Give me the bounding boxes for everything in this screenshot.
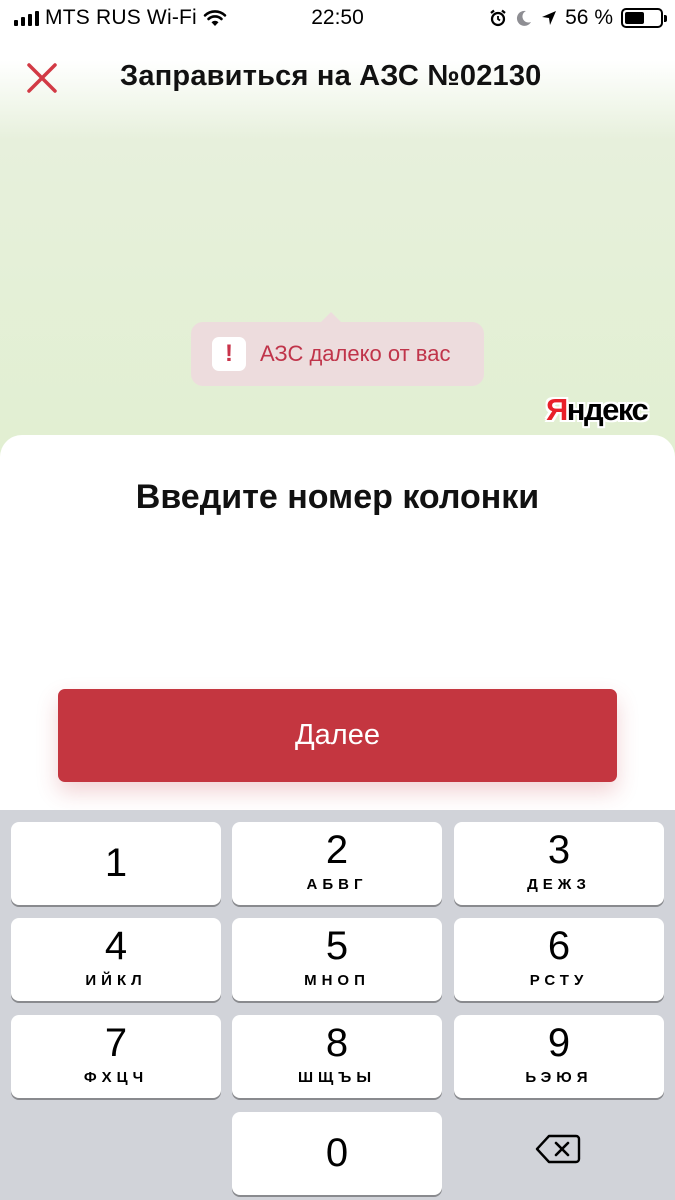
key-0[interactable]: 0 <box>232 1112 442 1195</box>
key-9[interactable]: 9 ЬЭЮЯ <box>454 1015 664 1098</box>
close-icon <box>27 63 57 93</box>
key-1[interactable]: 1 <box>11 822 221 905</box>
location-icon <box>542 11 557 25</box>
distance-warning: ! АЗС далеко от вас <box>191 312 484 386</box>
key-4[interactable]: 4 ИЙКЛ <box>11 918 221 1001</box>
key-8[interactable]: 8 ШЩЪЫ <box>232 1015 442 1098</box>
status-bar: MTS RUS Wi-Fi 22:50 56 % <box>0 0 675 36</box>
battery-level <box>625 12 645 24</box>
bottom-sheet: Введите номер колонки Далее <box>0 435 675 815</box>
warning-icon: ! <box>212 337 246 371</box>
yandex-logo: Яндекс <box>546 392 649 427</box>
key-3[interactable]: 3 ДЕЖЗ <box>454 822 664 905</box>
top-bar: Заправиться на АЗС №02130 <box>0 48 675 104</box>
next-button[interactable]: Далее <box>58 689 617 782</box>
key-2[interactable]: 2 АБВГ <box>232 822 442 905</box>
key-6[interactable]: 6 РСТУ <box>454 918 664 1001</box>
alarm-icon <box>490 9 506 27</box>
battery-icon <box>621 8 667 28</box>
page-title: Заправиться на АЗС №02130 <box>120 60 542 92</box>
warning-text: АЗС далеко от вас <box>260 341 451 366</box>
close-button[interactable] <box>22 58 62 98</box>
key-5[interactable]: 5 МНОП <box>232 918 442 1001</box>
battery-percent: 56 % <box>565 6 613 29</box>
backspace-icon <box>535 1134 581 1164</box>
sheet-title: Введите номер колонки <box>135 478 540 516</box>
moon-icon <box>517 10 532 26</box>
backspace-button[interactable] <box>528 1127 588 1171</box>
key-7[interactable]: 7 ФХЦЧ <box>11 1015 221 1098</box>
